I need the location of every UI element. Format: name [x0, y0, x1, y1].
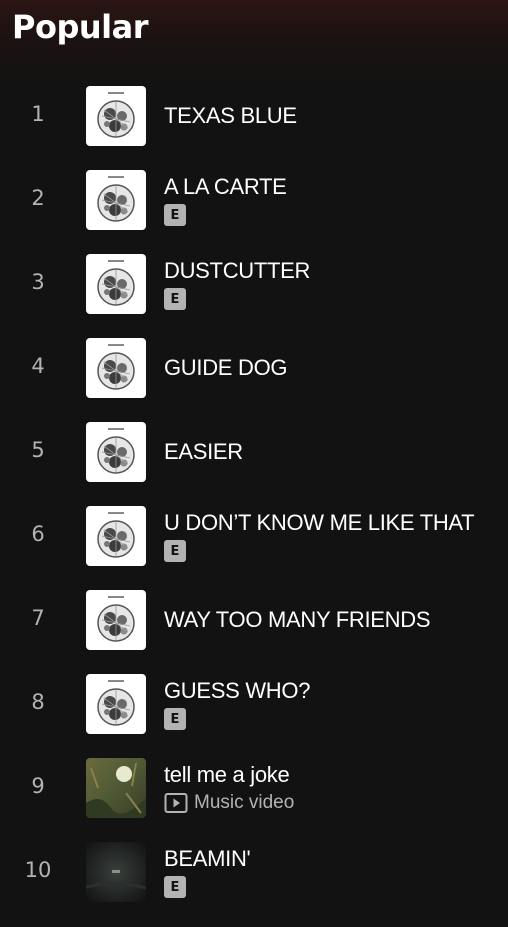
- track-number: 2: [31, 186, 45, 210]
- track-number: 5: [31, 438, 45, 462]
- track-title[interactable]: DUSTCUTTER: [164, 257, 504, 285]
- track-number: 10: [24, 858, 52, 882]
- track-row[interactable]: 6 U DON’T KNOW ME LIKE THAT E: [0, 494, 508, 578]
- track-title[interactable]: A LA CARTE: [164, 173, 504, 201]
- track-row[interactable]: 10 BEAMIN' E: [0, 830, 508, 914]
- track-number: 7: [31, 606, 45, 630]
- track-row[interactable]: 4 GUIDE DOG: [0, 326, 508, 410]
- explicit-badge-icon: E: [164, 876, 186, 898]
- explicit-badge-icon: E: [164, 540, 186, 562]
- play-box-icon: [164, 792, 188, 814]
- section-title: Popular: [12, 8, 148, 46]
- track-number: 9: [31, 774, 45, 798]
- track-title[interactable]: EASIER: [164, 438, 504, 466]
- track-list: 1 TEXAS BLUE 2 A LA CARTE E 3 DUSTCUTTER…: [0, 74, 508, 914]
- album-cover[interactable]: [86, 422, 146, 482]
- album-cover[interactable]: [86, 758, 146, 818]
- track-row[interactable]: 8 GUESS WHO? E: [0, 662, 508, 746]
- track-row[interactable]: 2 A LA CARTE E: [0, 158, 508, 242]
- track-number: 1: [31, 102, 45, 126]
- explicit-badge-icon: E: [164, 288, 186, 310]
- album-cover[interactable]: [86, 170, 146, 230]
- album-cover[interactable]: [86, 86, 146, 146]
- track-row[interactable]: 7 WAY TOO MANY FRIENDS: [0, 578, 508, 662]
- album-cover[interactable]: [86, 590, 146, 650]
- explicit-badge-icon: E: [164, 708, 186, 730]
- track-row[interactable]: 5 EASIER: [0, 410, 508, 494]
- track-title[interactable]: TEXAS BLUE: [164, 102, 504, 130]
- track-number: 4: [31, 354, 45, 378]
- track-title[interactable]: GUIDE DOG: [164, 354, 504, 382]
- track-row[interactable]: 1 TEXAS BLUE: [0, 74, 508, 158]
- track-number: 3: [31, 270, 45, 294]
- popular-section: Popular 1 TEXAS BLUE 2 A LA CARTE E 3 DU…: [0, 0, 508, 927]
- album-cover[interactable]: [86, 842, 146, 902]
- track-title[interactable]: BEAMIN': [164, 845, 504, 873]
- track-title[interactable]: WAY TOO MANY FRIENDS: [164, 606, 504, 634]
- track-number: 6: [31, 522, 45, 546]
- album-cover[interactable]: [86, 506, 146, 566]
- track-row[interactable]: 3 DUSTCUTTER E: [0, 242, 508, 326]
- album-cover[interactable]: [86, 254, 146, 314]
- track-title[interactable]: tell me a joke: [164, 761, 504, 789]
- music-video-label: Music video: [194, 792, 295, 813]
- track-number: 8: [31, 690, 45, 714]
- track-title[interactable]: U DON’T KNOW ME LIKE THAT: [164, 509, 504, 537]
- album-cover[interactable]: [86, 674, 146, 734]
- track-row[interactable]: 9 tell me a joke Music video: [0, 746, 508, 830]
- explicit-badge-icon: E: [164, 204, 186, 226]
- album-cover[interactable]: [86, 338, 146, 398]
- track-title[interactable]: GUESS WHO?: [164, 677, 504, 705]
